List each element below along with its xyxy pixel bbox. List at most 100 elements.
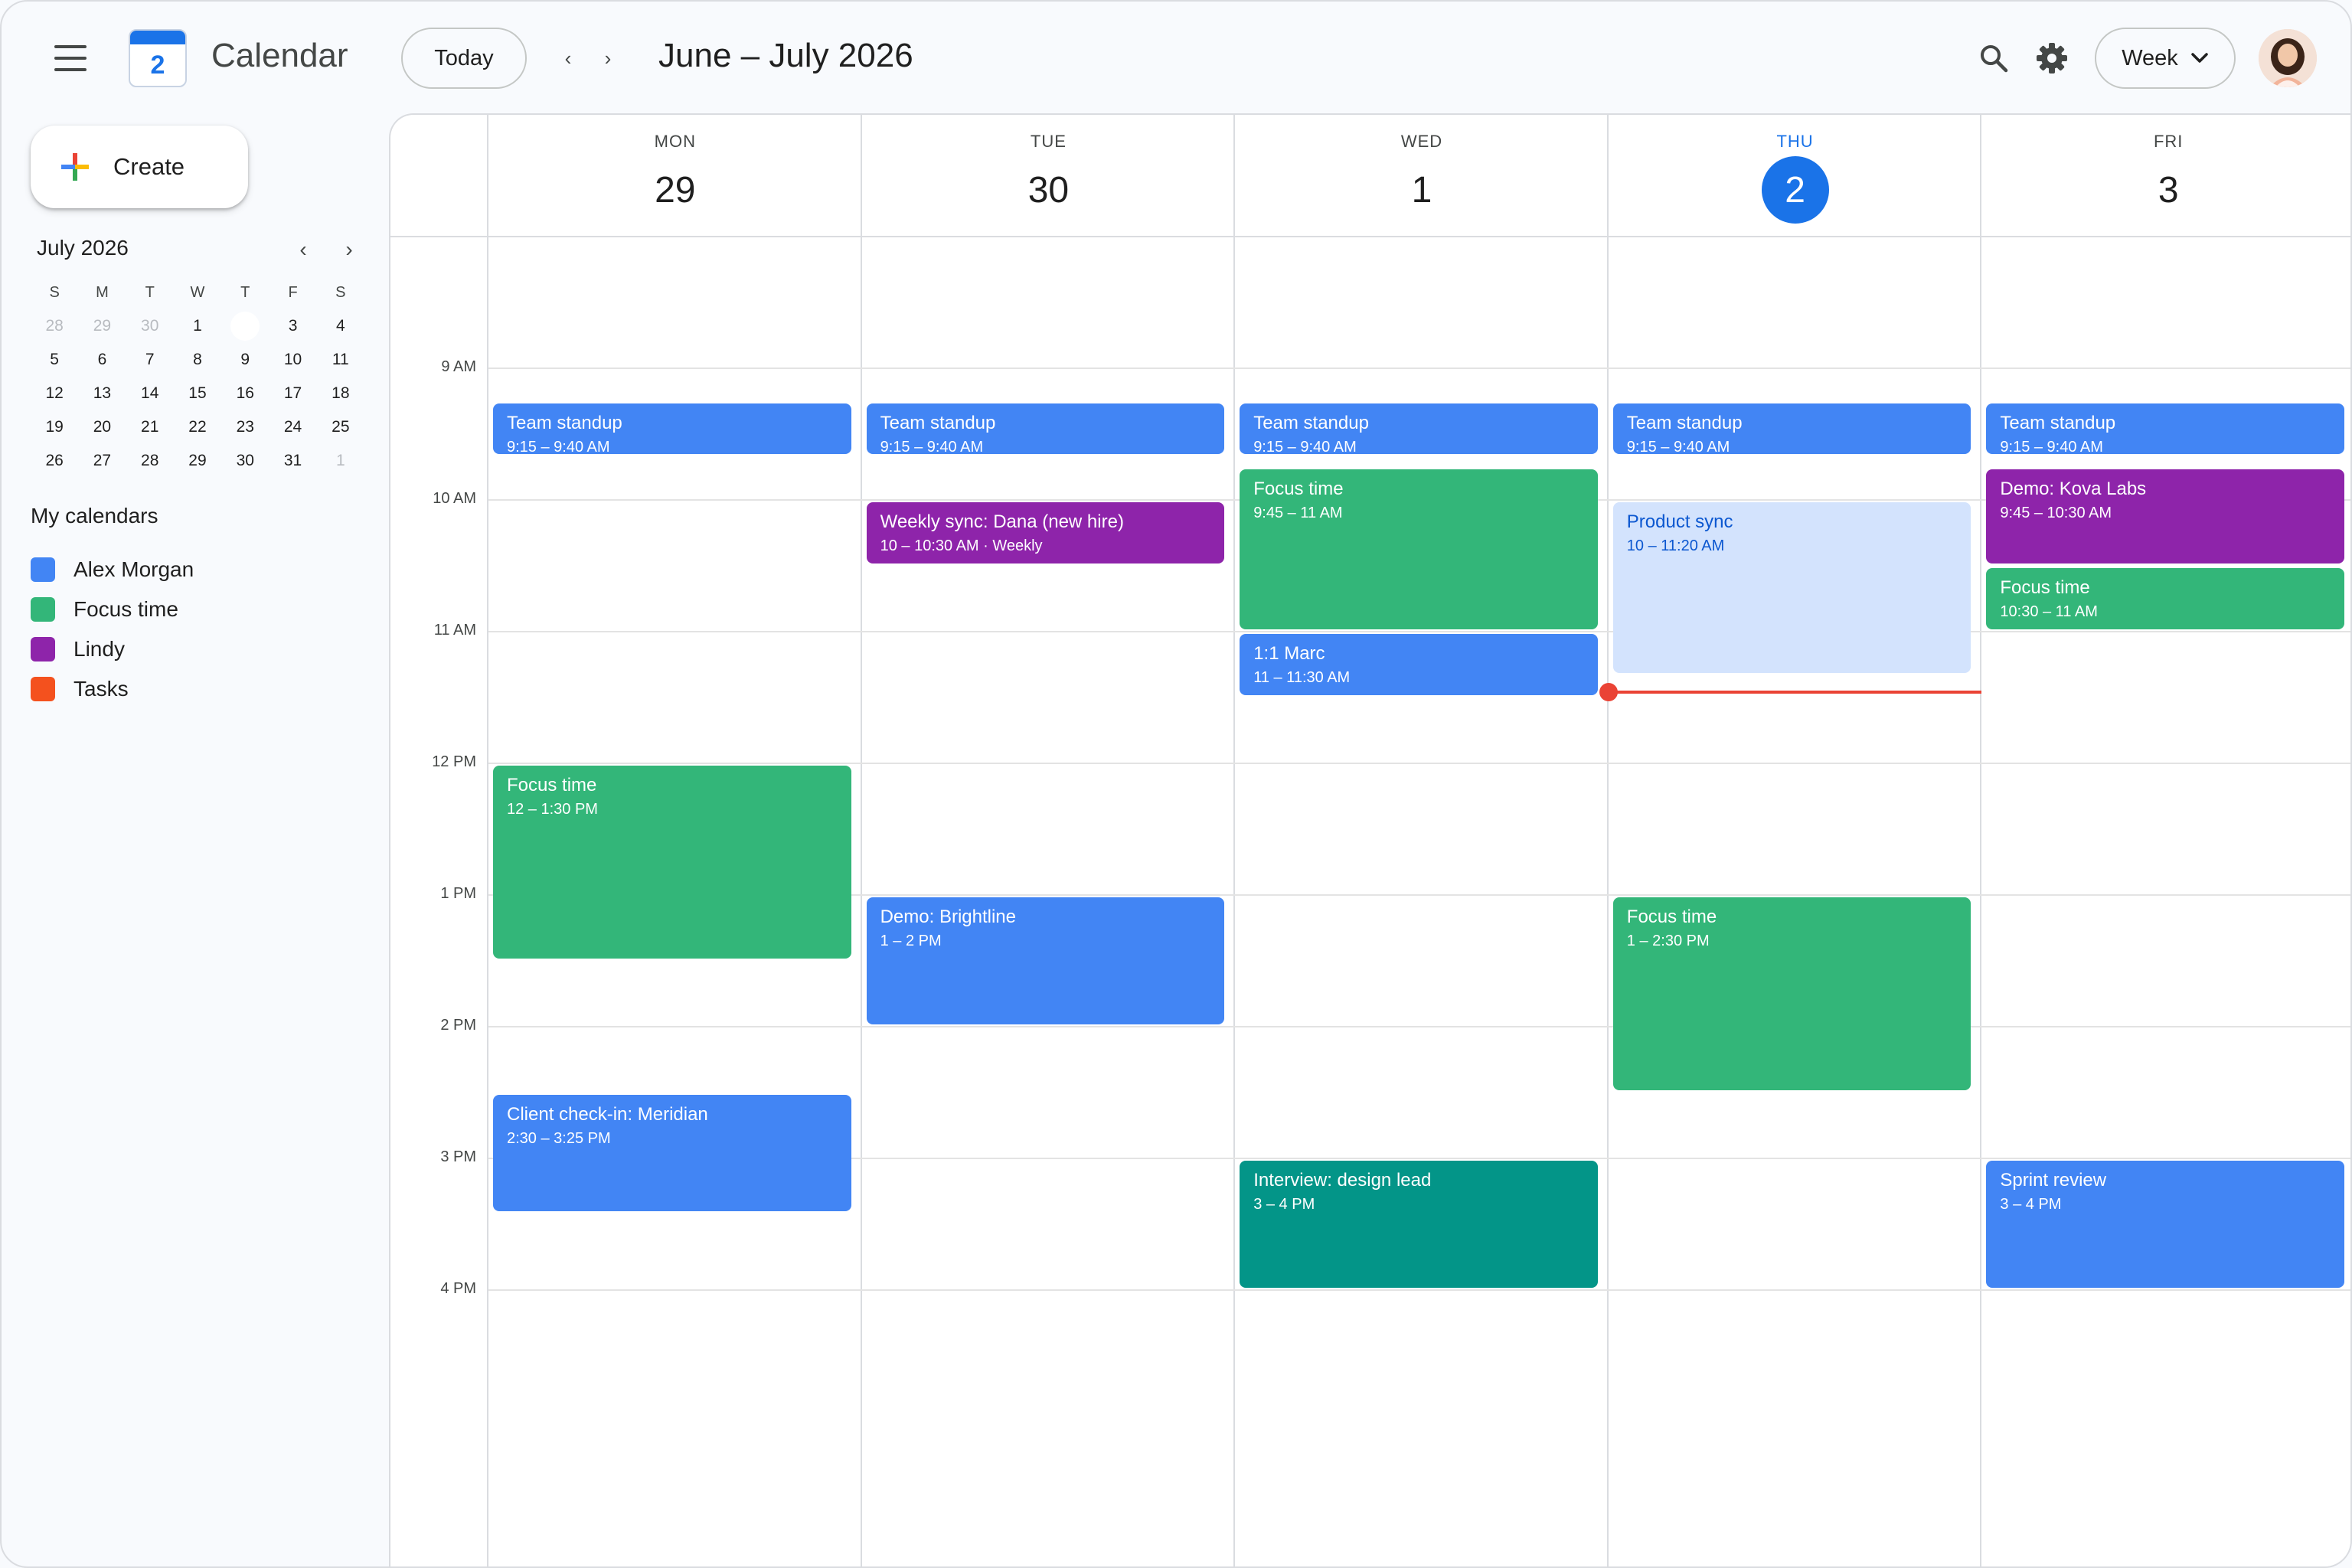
current-time-indicator [1608, 691, 1982, 694]
user-avatar[interactable] [2259, 29, 2317, 87]
calendar-event[interactable]: 1:1 Marc 11 – 11:30 AM [1240, 634, 1598, 695]
calendar-event[interactable]: Demo: Brightline 1 – 2 PM [866, 897, 1225, 1024]
calendar-event[interactable]: Team standup 9:15 – 9:40 AM [493, 403, 851, 454]
mini-calendar-day[interactable]: 4 [317, 309, 364, 343]
mini-calendar-day[interactable]: 19 [31, 410, 78, 444]
previous-week-button[interactable]: ‹ [553, 40, 583, 77]
my-calendars-list: Alex Morgan Focus time Lindy Tasks [31, 550, 194, 709]
mini-calendar-prev-button[interactable]: ‹ [289, 236, 317, 263]
mini-calendar-week-row: 12 13 14 15 16 17 18 [31, 377, 364, 410]
mini-calendar-day[interactable]: 28 [31, 309, 78, 343]
calendar-color-checkbox[interactable] [31, 597, 55, 622]
mini-calendar-day[interactable]: 9 [221, 343, 269, 377]
mini-calendar-day[interactable]: 30 [221, 444, 269, 478]
mini-calendar-day[interactable]: 21 [126, 410, 174, 444]
event-time: 9:15 – 9:40 AM [507, 439, 610, 454]
mini-calendar-day[interactable]: 15 [174, 377, 221, 410]
day-column-header[interactable]: MON 29 [488, 115, 862, 236]
calendar-event[interactable]: Team standup 9:15 – 9:40 AM [1240, 403, 1598, 454]
settings-gear-icon[interactable] [2035, 41, 2069, 75]
mini-calendar-next-button[interactable]: › [335, 236, 363, 263]
calendar-event[interactable]: Team standup 9:15 – 9:40 AM [866, 403, 1225, 454]
event-title: Team standup [507, 413, 622, 433]
calendar-event[interactable]: Interview: design lead 3 – 4 PM [1240, 1161, 1598, 1288]
mini-calendar-day[interactable]: 29 [78, 309, 126, 343]
calendar-event[interactable]: Weekly sync: Dana (new hire) 10 – 10:30 A… [866, 502, 1225, 564]
calendar-event[interactable]: Focus time 10:30 – 11 AM [1986, 568, 2344, 629]
mini-calendar-day[interactable]: 18 [317, 377, 364, 410]
calendar-event[interactable]: Sprint review 3 – 4 PM [1986, 1161, 2344, 1288]
mini-calendar-day[interactable]: 6 [78, 343, 126, 377]
calendar-event[interactable]: Product sync 10 – 11:20 AM [1612, 502, 1971, 674]
day-column-header[interactable]: WED 1 [1235, 115, 1609, 236]
time-label: 9 AM [441, 358, 476, 375]
mini-calendar-day[interactable]: 23 [221, 410, 269, 444]
mini-calendar-day[interactable]: 12 [31, 377, 78, 410]
mini-calendar-day[interactable]: 16 [221, 377, 269, 410]
mini-calendar-day[interactable]: 31 [269, 444, 316, 478]
calendar-list-item[interactable]: Lindy [31, 629, 194, 669]
my-calendars-title[interactable]: My calendars [31, 504, 158, 528]
event-time: 10 – 11:20 AM [1626, 537, 1725, 554]
today-button[interactable]: Today [401, 28, 527, 89]
event-time: 12 – 1:30 PM [507, 801, 598, 818]
day-number[interactable]: 3 [2135, 156, 2202, 224]
mini-calendar-day[interactable]: 17 [269, 377, 316, 410]
mini-calendar-day[interactable]: 20 [78, 410, 126, 444]
calendar-event[interactable]: Team standup 9:15 – 9:40 AM [1986, 403, 2344, 454]
mini-calendar-day[interactable]: 8 [174, 343, 221, 377]
day-number[interactable]: 29 [642, 156, 709, 224]
calendar-list-item[interactable]: Focus time [31, 590, 194, 629]
mini-calendar-day[interactable]: 3 [269, 309, 316, 343]
event-time: 10:30 – 11 AM [2000, 603, 2098, 620]
calendar-event[interactable]: Focus time 9:45 – 11 AM [1240, 469, 1598, 629]
mini-calendar-weekday-row: SMTWTFS [31, 276, 364, 309]
calendar-list-item[interactable]: Alex Morgan [31, 550, 194, 590]
view-selector-button[interactable]: Week [2095, 28, 2236, 89]
calendar-event[interactable]: Team standup 9:15 – 9:40 AM [1612, 403, 1971, 454]
event-time: 9:15 – 9:40 AM [1626, 439, 1730, 454]
hamburger-icon-bar [54, 57, 87, 60]
mini-calendar-day[interactable]: 10 [269, 343, 316, 377]
calendar-color-checkbox[interactable] [31, 557, 55, 582]
mini-calendar-day[interactable]: 22 [174, 410, 221, 444]
create-button-label: Create [113, 153, 185, 180]
calendar-logo-icon[interactable]: 2 [129, 29, 187, 87]
calendar-event[interactable]: Focus time 12 – 1:30 PM [493, 766, 851, 959]
mini-calendar-day[interactable]: 5 [31, 343, 78, 377]
day-column-header[interactable]: THU 2 [1609, 115, 1982, 236]
mini-calendar-day[interactable]: 26 [31, 444, 78, 478]
header-divider [390, 236, 2350, 237]
mini-calendar-day[interactable]: 29 [174, 444, 221, 478]
mini-calendar-day[interactable]: 24 [269, 410, 316, 444]
calendar-event[interactable]: Demo: Kova Labs 9:45 – 10:30 AM [1986, 469, 2344, 564]
mini-calendar-day[interactable]: 2 [221, 309, 269, 343]
calendar-event[interactable]: Focus time 1 – 2:30 PM [1612, 897, 1971, 1090]
mini-calendar-day[interactable]: 1 [317, 444, 364, 478]
calendar-label: Tasks [74, 677, 129, 701]
create-button[interactable]: Create [31, 126, 248, 208]
search-icon[interactable] [1977, 41, 2011, 75]
mini-calendar-day[interactable]: 13 [78, 377, 126, 410]
main-menu-button[interactable] [40, 31, 101, 86]
day-number[interactable]: 1 [1388, 156, 1455, 224]
calendar-list-item[interactable]: Tasks [31, 669, 194, 709]
mini-calendar-day[interactable]: 11 [317, 343, 364, 377]
day-number[interactable]: 2 [1761, 156, 1829, 224]
day-column-header[interactable]: FRI 3 [1981, 115, 2350, 236]
day-column-header[interactable]: TUE 30 [862, 115, 1236, 236]
day-number[interactable]: 30 [1014, 156, 1082, 224]
mini-calendar-day[interactable]: 7 [126, 343, 174, 377]
mini-calendar-title: July 2026 [37, 236, 129, 260]
mini-calendar-day[interactable]: 28 [126, 444, 174, 478]
next-week-button[interactable]: › [593, 40, 623, 77]
mini-calendar-day[interactable]: 27 [78, 444, 126, 478]
app-title[interactable]: Calendar [211, 37, 348, 75]
mini-calendar-day[interactable]: 30 [126, 309, 174, 343]
mini-calendar-day[interactable]: 14 [126, 377, 174, 410]
calendar-color-checkbox[interactable] [31, 637, 55, 662]
mini-calendar-day[interactable]: 1 [174, 309, 221, 343]
mini-calendar-day[interactable]: 25 [317, 410, 364, 444]
calendar-color-checkbox[interactable] [31, 677, 55, 701]
calendar-event[interactable]: Client check-in: Meridian 2:30 – 3:25 PM [493, 1095, 851, 1211]
